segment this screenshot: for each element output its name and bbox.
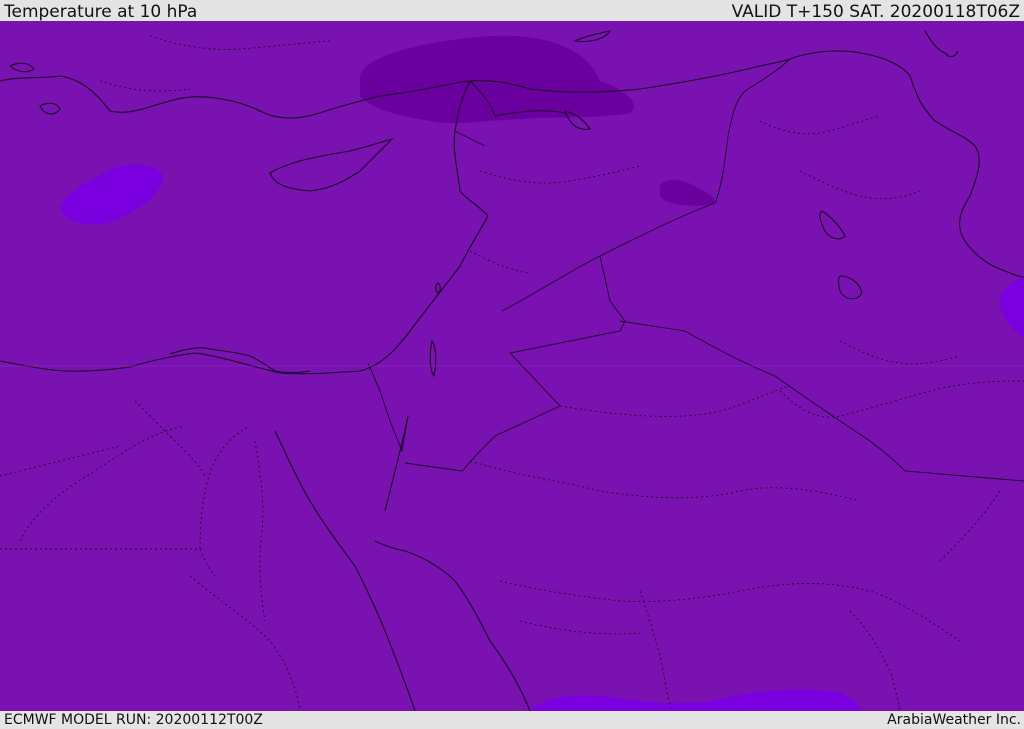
map-title: Temperature at 10 hPa — [4, 2, 198, 22]
valid-time-label: VALID T+150 SAT. 20200118T06Z — [731, 2, 1020, 22]
header-bar: Temperature at 10 hPa VALID T+150 SAT. 2… — [0, 0, 1024, 21]
map-viewer: Temperature at 10 hPa VALID T+150 SAT. 2… — [0, 0, 1024, 729]
weather-map — [0, 21, 1024, 711]
map-canvas — [0, 21, 1024, 711]
footer-bar: ECMWF MODEL RUN: 20200112T00Z ArabiaWeat… — [0, 711, 1024, 729]
model-run-label: ECMWF MODEL RUN: 20200112T00Z — [4, 712, 263, 728]
brand-label: ArabiaWeather Inc. — [887, 712, 1021, 728]
